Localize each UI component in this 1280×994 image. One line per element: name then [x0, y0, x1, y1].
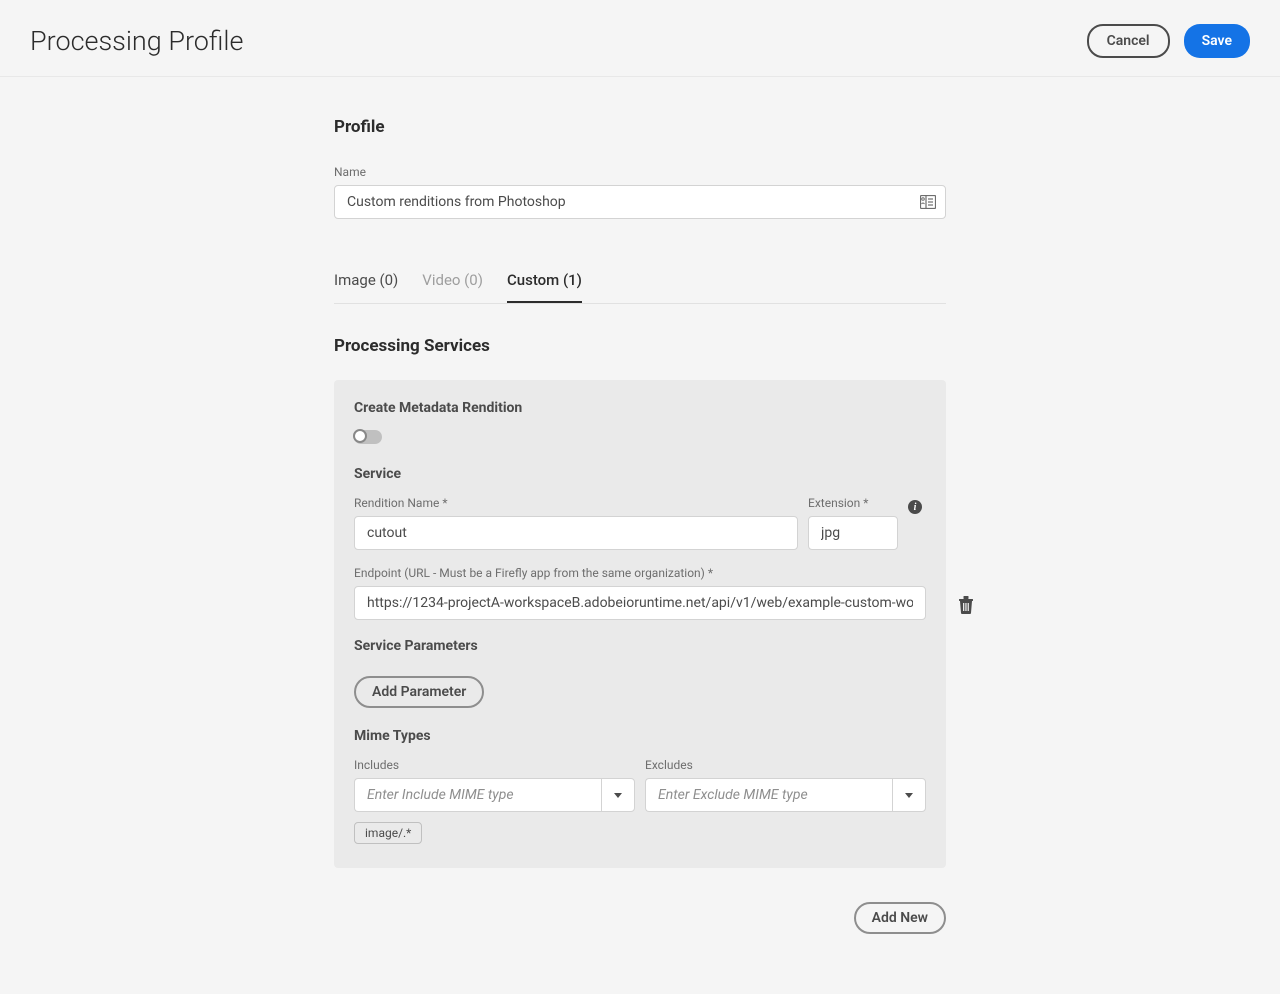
- info-icon[interactable]: i: [908, 500, 922, 514]
- service-card: Create Metadata Rendition Service Rendit…: [334, 380, 946, 868]
- profile-name-input[interactable]: [334, 185, 946, 219]
- rendition-name-input[interactable]: [354, 516, 798, 550]
- excludes-label: Excludes: [645, 758, 926, 772]
- profile-heading: Profile: [334, 117, 946, 137]
- chevron-down-icon: [614, 793, 622, 798]
- service-heading: Service: [354, 466, 926, 482]
- tabs: Image (0) Video (0) Custom (1): [334, 261, 946, 304]
- form-icon: [920, 195, 936, 209]
- add-parameter-button[interactable]: Add Parameter: [354, 676, 484, 708]
- profile-name-label: Name: [334, 165, 946, 179]
- includes-input[interactable]: [354, 778, 601, 812]
- tab-image[interactable]: Image (0): [334, 261, 398, 303]
- endpoint-label: Endpoint (URL - Must be a Firefly app fr…: [354, 566, 926, 580]
- toggle-knob: [353, 429, 367, 443]
- excludes-input[interactable]: [645, 778, 892, 812]
- tab-video[interactable]: Video (0): [422, 261, 483, 303]
- mime-types-heading: Mime Types: [354, 728, 926, 744]
- page-title: Processing Profile: [30, 25, 243, 57]
- save-button[interactable]: Save: [1184, 24, 1250, 58]
- page-header: Processing Profile Cancel Save: [0, 0, 1280, 77]
- extension-label: Extension *: [808, 496, 898, 510]
- metadata-rendition-heading: Create Metadata Rendition: [354, 400, 926, 416]
- extension-input[interactable]: [808, 516, 898, 550]
- add-new-button[interactable]: Add New: [854, 902, 946, 934]
- service-parameters-heading: Service Parameters: [354, 638, 926, 654]
- endpoint-input[interactable]: [354, 586, 926, 620]
- includes-mime-tag[interactable]: image/.*: [354, 822, 422, 844]
- cancel-button[interactable]: Cancel: [1087, 24, 1170, 58]
- rendition-name-label: Rendition Name *: [354, 496, 798, 510]
- chevron-down-icon: [905, 793, 913, 798]
- excludes-dropdown-button[interactable]: [892, 778, 926, 812]
- header-actions: Cancel Save: [1087, 24, 1250, 58]
- includes-dropdown-button[interactable]: [601, 778, 635, 812]
- tab-custom[interactable]: Custom (1): [507, 261, 582, 303]
- delete-service-button[interactable]: [958, 596, 974, 614]
- includes-label: Includes: [354, 758, 635, 772]
- metadata-toggle[interactable]: [354, 430, 382, 444]
- processing-services-heading: Processing Services: [334, 336, 946, 356]
